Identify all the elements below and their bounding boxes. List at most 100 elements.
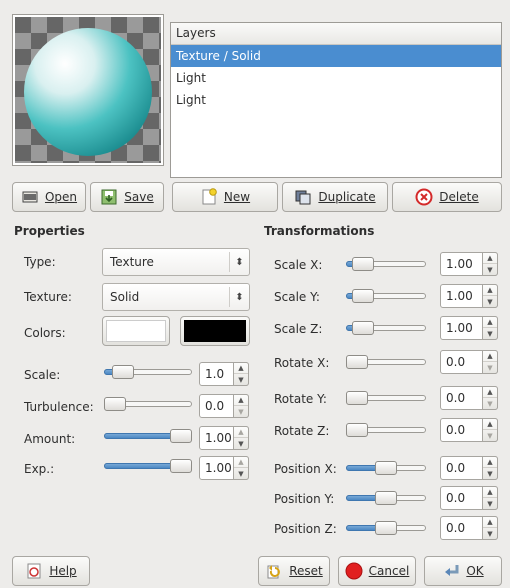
slider-knob[interactable] (375, 521, 397, 535)
decrement-icon[interactable]: ▼ (483, 430, 497, 441)
increment-icon[interactable]: ▲ (483, 387, 497, 398)
duplicate-layer-button[interactable]: Duplicate (282, 182, 388, 212)
increment-icon[interactable]: ▲ (483, 285, 497, 296)
decrement-icon[interactable]: ▼ (483, 398, 497, 409)
transform-slider-0[interactable] (346, 254, 426, 274)
decrement-icon[interactable]: ▼ (483, 498, 497, 509)
turbulence-spin[interactable]: 0.0 ▲ ▼ (199, 394, 249, 418)
slider-knob[interactable] (346, 423, 368, 437)
ok-button[interactable]: OK (424, 556, 502, 586)
reset-button[interactable]: Reset (258, 556, 330, 586)
sphere-preview (15, 17, 161, 163)
type-select[interactable]: Texture ⬍ (102, 248, 250, 276)
transform-spin-7[interactable]: 0.0 ▲ ▼ (440, 486, 498, 510)
transform-spin-4[interactable]: 0.0 ▲ ▼ (440, 386, 498, 410)
color1-button[interactable] (102, 316, 170, 346)
delete-layer-button[interactable]: Delete (392, 182, 502, 212)
decrement-icon[interactable]: ▼ (234, 438, 248, 449)
transform-slider-7[interactable] (346, 488, 426, 508)
transform-spin-5[interactable]: 0.0 ▲ ▼ (440, 418, 498, 442)
increment-icon[interactable]: ▲ (483, 517, 497, 528)
decrement-icon[interactable]: ▼ (234, 406, 248, 417)
exp-slider[interactable] (104, 456, 192, 476)
texture-select[interactable]: Solid ⬍ (102, 283, 250, 311)
ok-arrow-icon (445, 565, 459, 576)
delete-icon (415, 188, 433, 206)
save-icon (101, 189, 117, 205)
increment-icon[interactable]: ▲ (483, 487, 497, 498)
transform-slider-1[interactable] (346, 286, 426, 306)
decrement-icon[interactable]: ▼ (483, 328, 497, 339)
transform-slider-3[interactable] (346, 352, 426, 372)
transform-label-3: Rotate X: (274, 356, 330, 370)
transform-slider-8[interactable] (346, 518, 426, 538)
revert-icon (267, 565, 281, 579)
increment-icon[interactable]: ▲ (483, 419, 497, 430)
turbulence-label: Turbulence: (24, 400, 94, 414)
transform-slider-4[interactable] (346, 388, 426, 408)
increment-icon[interactable]: ▲ (483, 457, 497, 468)
decrement-icon[interactable]: ▼ (234, 374, 248, 385)
decrement-icon[interactable]: ▼ (234, 468, 248, 479)
amount-spin[interactable]: 1.00 ▲ ▼ (199, 426, 249, 450)
slider-knob[interactable] (352, 257, 374, 271)
color2-swatch (184, 320, 246, 342)
decrement-icon[interactable]: ▼ (483, 362, 497, 373)
cancel-button[interactable]: Cancel (338, 556, 416, 586)
open-label: Open (44, 190, 78, 204)
layers-header[interactable]: Layers (171, 23, 501, 45)
transform-value: 0.0 (446, 423, 466, 437)
increment-icon[interactable]: ▲ (483, 317, 497, 328)
slider-knob[interactable] (375, 461, 397, 475)
slider-knob[interactable] (346, 355, 368, 369)
decrement-icon[interactable]: ▼ (483, 528, 497, 539)
decrement-icon[interactable]: ▼ (483, 264, 497, 275)
help-button[interactable]: Help (12, 556, 90, 586)
color2-button[interactable] (180, 316, 250, 346)
layer-row-label: Texture / Solid (176, 49, 261, 63)
transform-spin-1[interactable]: 1.00 ▲ ▼ (440, 284, 498, 308)
layer-row-0[interactable]: Texture / Solid (171, 45, 501, 67)
transform-slider-5[interactable] (346, 420, 426, 440)
increment-icon[interactable]: ▲ (483, 351, 497, 362)
exp-spin[interactable]: 1.00 ▲ ▼ (199, 456, 249, 480)
delete-label: Delete (439, 190, 479, 204)
transform-value: 1.00 (446, 321, 473, 335)
transform-spin-8[interactable]: 0.0 ▲ ▼ (440, 516, 498, 540)
preview-frame (12, 14, 164, 166)
increment-icon[interactable]: ▲ (483, 253, 497, 264)
transform-value: 0.0 (446, 391, 466, 405)
amount-slider[interactable] (104, 426, 192, 446)
transform-spin-0[interactable]: 1.00 ▲ ▼ (440, 252, 498, 276)
scale-spin[interactable]: 1.0 ▲ ▼ (199, 362, 249, 386)
amount-value: 1.00 (205, 431, 232, 445)
transform-value: 0.0 (446, 461, 466, 475)
reset-label: Reset (289, 564, 323, 578)
slider-knob[interactable] (352, 321, 374, 335)
slider-knob[interactable] (375, 491, 397, 505)
turbulence-value: 0.0 (205, 399, 225, 413)
transform-slider-2[interactable] (346, 318, 426, 338)
transform-spin-2[interactable]: 1.00 ▲ ▼ (440, 316, 498, 340)
decrement-icon[interactable]: ▼ (483, 296, 497, 307)
layer-row-2[interactable]: Light (171, 89, 501, 111)
increment-icon[interactable]: ▲ (234, 427, 248, 438)
duplicate-icon (295, 190, 311, 205)
scale-slider[interactable] (104, 362, 192, 382)
increment-icon[interactable]: ▲ (234, 395, 248, 406)
slider-knob[interactable] (352, 289, 374, 303)
transform-spin-3[interactable]: 0.0 ▲ ▼ (440, 350, 498, 374)
decrement-icon[interactable]: ▼ (483, 468, 497, 479)
open-button[interactable]: Open (12, 182, 86, 212)
layer-row-1[interactable]: Light (171, 67, 501, 89)
transform-spin-6[interactable]: 0.0 ▲ ▼ (440, 456, 498, 480)
save-button[interactable]: Save (90, 182, 164, 212)
new-layer-button[interactable]: New (172, 182, 278, 212)
transform-slider-6[interactable] (346, 458, 426, 478)
increment-icon[interactable]: ▲ (234, 363, 248, 374)
transform-label-5: Rotate Z: (274, 424, 330, 438)
increment-icon[interactable]: ▲ (234, 457, 248, 468)
layers-list[interactable]: Layers Texture / Solid Light Light (170, 22, 502, 178)
slider-knob[interactable] (346, 391, 368, 405)
turbulence-slider[interactable] (104, 394, 192, 414)
